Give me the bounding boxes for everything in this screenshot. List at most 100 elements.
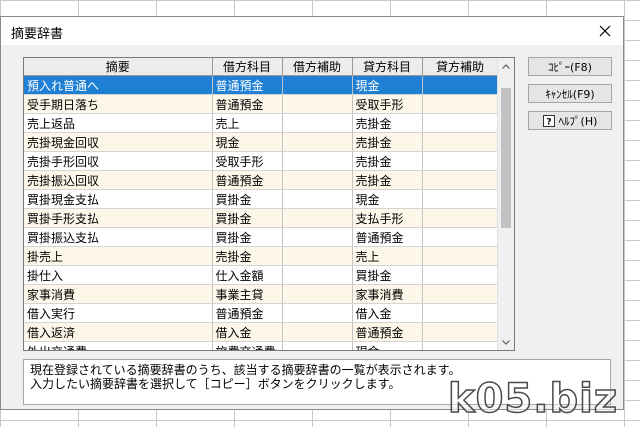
cell-debit-sub[interactable] bbox=[282, 94, 353, 114]
cell-debit-account[interactable]: 仕入金額 bbox=[212, 265, 283, 285]
cell-credit-account[interactable]: 現金 bbox=[352, 75, 423, 95]
cell-credit-sub[interactable] bbox=[422, 208, 499, 228]
close-button[interactable] bbox=[591, 19, 619, 43]
column-header-debit-account[interactable]: 借方科目 bbox=[212, 58, 283, 76]
cell-credit-sub[interactable] bbox=[422, 284, 499, 304]
table-row[interactable]: 売掛現金回収 現金 売掛金 bbox=[24, 132, 499, 152]
cell-debit-sub[interactable] bbox=[282, 284, 353, 304]
cell-credit-account[interactable]: 現金 bbox=[352, 341, 423, 350]
column-header-credit-account[interactable]: 貸方科目 bbox=[352, 58, 423, 76]
cell-debit-account[interactable]: 普通預金 bbox=[212, 170, 283, 190]
column-header-debit-sub[interactable]: 借方補助 bbox=[282, 58, 353, 76]
cell-credit-sub[interactable] bbox=[422, 246, 499, 266]
table-row[interactable]: 買掛現金支払 買掛金 現金 bbox=[24, 189, 499, 209]
cell-summary[interactable]: 売掛振込回収 bbox=[24, 170, 213, 190]
cell-credit-account[interactable]: 現金 bbox=[352, 189, 423, 209]
cell-credit-account[interactable]: 売掛金 bbox=[352, 151, 423, 171]
table-row[interactable]: 掛仕入 仕入金額 買掛金 bbox=[24, 265, 499, 285]
cell-credit-sub[interactable] bbox=[422, 170, 499, 190]
cancel-button[interactable]: ｷｬﾝｾﾙ(F9) bbox=[528, 84, 612, 103]
cell-debit-sub[interactable] bbox=[282, 75, 353, 95]
cell-debit-account[interactable]: 買掛金 bbox=[212, 189, 283, 209]
table-row[interactable]: 掛売上 売掛金 売上 bbox=[24, 246, 499, 266]
cell-summary[interactable]: 受手期日落ち bbox=[24, 94, 213, 114]
cell-credit-sub[interactable] bbox=[422, 322, 499, 342]
column-header-credit-sub[interactable]: 貸方補助 bbox=[422, 58, 499, 76]
column-header-summary[interactable]: 摘要 bbox=[24, 58, 213, 76]
cell-credit-sub[interactable] bbox=[422, 189, 499, 209]
cell-credit-account[interactable]: 支払手形 bbox=[352, 208, 423, 228]
table-row[interactable]: 受手期日落ち 普通預金 受取手形 bbox=[24, 94, 499, 114]
table-row[interactable]: 売掛手形回収 受取手形 売掛金 bbox=[24, 151, 499, 171]
cell-debit-sub[interactable] bbox=[282, 341, 353, 350]
cell-debit-account[interactable]: 売上 bbox=[212, 113, 283, 133]
cell-credit-sub[interactable] bbox=[422, 227, 499, 247]
table-row[interactable]: 売掛振込回収 普通預金 売掛金 bbox=[24, 170, 499, 190]
cell-debit-account[interactable]: 売掛金 bbox=[212, 246, 283, 266]
cell-debit-sub[interactable] bbox=[282, 303, 353, 323]
cell-debit-sub[interactable] bbox=[282, 189, 353, 209]
table-row[interactable]: 買掛手形支払 買掛金 支払手形 bbox=[24, 208, 499, 228]
cell-summary[interactable]: 掛仕入 bbox=[24, 265, 213, 285]
cell-credit-sub[interactable] bbox=[422, 265, 499, 285]
cell-credit-sub[interactable] bbox=[422, 94, 499, 114]
cell-debit-account[interactable]: 買掛金 bbox=[212, 208, 283, 228]
cell-summary[interactable]: 売掛現金回収 bbox=[24, 132, 213, 152]
scrollbar-thumb[interactable] bbox=[501, 88, 511, 228]
cell-summary[interactable]: 借入実行 bbox=[24, 303, 213, 323]
cell-credit-sub[interactable] bbox=[422, 341, 499, 350]
cell-credit-account[interactable]: 受取手形 bbox=[352, 94, 423, 114]
cell-debit-account[interactable]: 普通預金 bbox=[212, 94, 283, 114]
cell-credit-account[interactable]: 普通預金 bbox=[352, 227, 423, 247]
cell-debit-account[interactable]: 借入金 bbox=[212, 322, 283, 342]
cell-credit-account[interactable]: 売掛金 bbox=[352, 170, 423, 190]
cell-credit-account[interactable]: 買掛金 bbox=[352, 265, 423, 285]
cell-credit-sub[interactable] bbox=[422, 75, 499, 95]
cell-summary[interactable]: 買掛手形支払 bbox=[24, 208, 213, 228]
cell-summary[interactable]: 外出交通費 bbox=[24, 341, 213, 350]
vertical-scrollbar[interactable] bbox=[497, 58, 514, 350]
cell-credit-account[interactable]: 普通預金 bbox=[352, 322, 423, 342]
cell-summary[interactable]: 売掛手形回収 bbox=[24, 151, 213, 171]
cell-credit-account[interactable]: 売上 bbox=[352, 246, 423, 266]
cell-debit-account[interactable]: 旅費交通費 bbox=[212, 341, 283, 350]
help-button[interactable]: ? ﾍﾙﾌﾟ(H) bbox=[528, 111, 612, 130]
scroll-down-arrow-icon[interactable] bbox=[498, 334, 514, 350]
copy-button[interactable]: ｺﾋﾟｰ(F8) bbox=[528, 57, 612, 76]
cell-debit-account[interactable]: 事業主貸 bbox=[212, 284, 283, 304]
cell-credit-account[interactable]: 借入金 bbox=[352, 303, 423, 323]
cell-credit-sub[interactable] bbox=[422, 113, 499, 133]
cell-credit-account[interactable]: 売掛金 bbox=[352, 113, 423, 133]
table-row[interactable]: 預入れ普通へ 普通預金 現金 bbox=[24, 75, 499, 95]
table-row[interactable]: 借入返済 借入金 普通預金 bbox=[24, 322, 499, 342]
table-row[interactable]: 売上返品 売上 売掛金 bbox=[24, 113, 499, 133]
cell-debit-sub[interactable] bbox=[282, 265, 353, 285]
cell-debit-sub[interactable] bbox=[282, 132, 353, 152]
summary-grid[interactable]: 摘要 借方科目 借方補助 貸方科目 貸方補助 預入れ普通へ 普通預金 現金 受手期日落… bbox=[23, 57, 515, 351]
cell-credit-sub[interactable] bbox=[422, 303, 499, 323]
table-row[interactable]: 借入実行 普通預金 借入金 bbox=[24, 303, 499, 323]
cell-debit-sub[interactable] bbox=[282, 208, 353, 228]
cell-summary[interactable]: 借入返済 bbox=[24, 322, 213, 342]
cell-summary[interactable]: 掛売上 bbox=[24, 246, 213, 266]
table-row[interactable]: 外出交通費旅費交通費 現金 bbox=[24, 341, 499, 350]
cell-debit-sub[interactable] bbox=[282, 170, 353, 190]
cell-debit-sub[interactable] bbox=[282, 151, 353, 171]
table-row[interactable]: 家事消費 事業主貸 家事消費 bbox=[24, 284, 499, 304]
cell-credit-sub[interactable] bbox=[422, 151, 499, 171]
cell-debit-account[interactable]: 普通預金 bbox=[212, 303, 283, 323]
cell-credit-sub[interactable] bbox=[422, 132, 499, 152]
cell-summary[interactable]: 売上返品 bbox=[24, 113, 213, 133]
cell-debit-sub[interactable] bbox=[282, 113, 353, 133]
cell-debit-sub[interactable] bbox=[282, 322, 353, 342]
cell-credit-account[interactable]: 売掛金 bbox=[352, 132, 423, 152]
cell-debit-account[interactable]: 普通預金 bbox=[212, 75, 283, 95]
cell-summary[interactable]: 家事消費 bbox=[24, 284, 213, 304]
cell-summary[interactable]: 預入れ普通へ bbox=[24, 75, 213, 95]
cell-debit-sub[interactable] bbox=[282, 246, 353, 266]
cell-debit-account[interactable]: 買掛金 bbox=[212, 227, 283, 247]
cell-credit-account[interactable]: 家事消費 bbox=[352, 284, 423, 304]
cell-summary[interactable]: 買掛振込支払 bbox=[24, 227, 213, 247]
cell-summary[interactable]: 買掛現金支払 bbox=[24, 189, 213, 209]
table-row[interactable]: 買掛振込支払 買掛金 普通預金 bbox=[24, 227, 499, 247]
